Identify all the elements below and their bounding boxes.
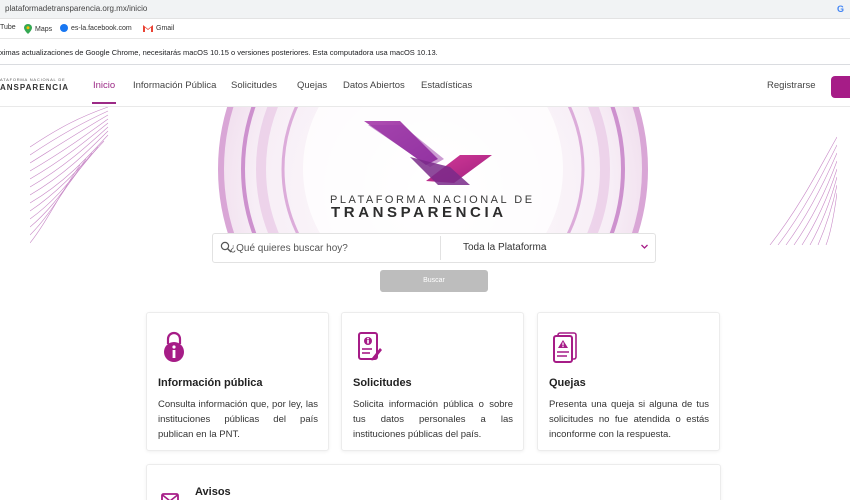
nav-item-estadisticas[interactable]: Estadísticas bbox=[421, 80, 472, 91]
search-divider bbox=[440, 236, 441, 260]
site-logo[interactable]: ATAFORMA NACIONAL DE ANSPARENCIA bbox=[0, 77, 70, 92]
browser-url-bar[interactable]: plataformadetransparencia.org.mx/inicio … bbox=[0, 0, 850, 19]
card-description: Solicita información pública o sobre tus… bbox=[353, 399, 513, 440]
nav-item-datos-abiertos[interactable]: Datos Abiertos bbox=[343, 80, 405, 91]
card-title: Quejas bbox=[549, 377, 586, 389]
nav-item-quejas[interactable]: Quejas bbox=[297, 80, 327, 91]
site-navbar: ATAFORMA NACIONAL DE ANSPARENCIA Inicio … bbox=[0, 67, 850, 107]
bookmark-maps[interactable]: Maps bbox=[24, 24, 52, 34]
bookmark-label: Maps bbox=[35, 25, 53, 33]
envelope-icon bbox=[161, 493, 179, 500]
url-text[interactable]: plataformadetransparencia.org.mx/inicio bbox=[5, 4, 147, 13]
document-edit-icon bbox=[358, 332, 382, 361]
card-description: Presenta una queja si alguna de tus soli… bbox=[549, 399, 709, 440]
avisos-title: Avisos bbox=[195, 486, 231, 498]
lock-info-icon bbox=[164, 331, 184, 362]
card-solicitudes[interactable]: Solicitudes Solicita información pública… bbox=[341, 312, 524, 451]
card-informacion-publica[interactable]: Información pública Consulta información… bbox=[146, 312, 329, 451]
logo-line2: ANSPARENCIA bbox=[0, 83, 70, 92]
nav-item-inicio[interactable]: Inicio bbox=[93, 80, 115, 91]
search-button[interactable]: Buscar bbox=[380, 270, 488, 292]
warning-document-icon bbox=[553, 332, 577, 363]
google-icon[interactable]: G bbox=[837, 4, 844, 14]
facebook-icon bbox=[60, 24, 68, 32]
hero-graphic bbox=[30, 107, 837, 245]
card-title: Solicitudes bbox=[353, 377, 412, 389]
card-avisos[interactable]: Avisos bbox=[146, 464, 721, 500]
bookmark-label: Tube bbox=[0, 24, 16, 31]
nav-item-informacion-publica[interactable]: Información Pública bbox=[133, 80, 216, 91]
search-input[interactable] bbox=[230, 240, 430, 256]
browser-update-infobar: ximas actualizaciones de Google Chrome, … bbox=[0, 39, 850, 65]
bookmark-youtube[interactable]: Tube bbox=[0, 24, 16, 31]
infobar-text: ximas actualizaciones de Google Chrome, … bbox=[0, 48, 438, 57]
card-quejas[interactable]: Quejas Presenta una queja si alguna de t… bbox=[537, 312, 720, 451]
bookmark-label: es-la.facebook.com bbox=[71, 24, 132, 32]
hero-title-line2: TRANSPARENCIA bbox=[331, 204, 507, 221]
logo-line1: ATAFORMA NACIONAL DE bbox=[0, 77, 66, 82]
nav-item-solicitudes[interactable]: Solicitudes bbox=[231, 80, 277, 91]
maps-icon bbox=[24, 24, 32, 34]
card-title: Información pública bbox=[158, 377, 263, 389]
bookmark-label: Gmail bbox=[156, 24, 175, 32]
gmail-icon bbox=[143, 25, 153, 32]
register-link[interactable]: Registrarse bbox=[767, 80, 816, 91]
login-button[interactable] bbox=[831, 76, 850, 98]
hero-banner bbox=[30, 107, 837, 245]
bookmark-gmail[interactable]: Gmail bbox=[143, 24, 174, 32]
card-description: Consulta información que, por ley, las i… bbox=[158, 399, 318, 440]
chevron-down-icon[interactable] bbox=[640, 242, 649, 251]
bookmark-facebook[interactable]: es-la.facebook.com bbox=[60, 24, 132, 32]
bookmarks-bar: Tube Maps es-la.facebook.com Gmail bbox=[0, 19, 850, 39]
active-nav-indicator bbox=[92, 102, 116, 104]
search-scope-select[interactable]: Toda la Plataforma bbox=[463, 242, 546, 253]
